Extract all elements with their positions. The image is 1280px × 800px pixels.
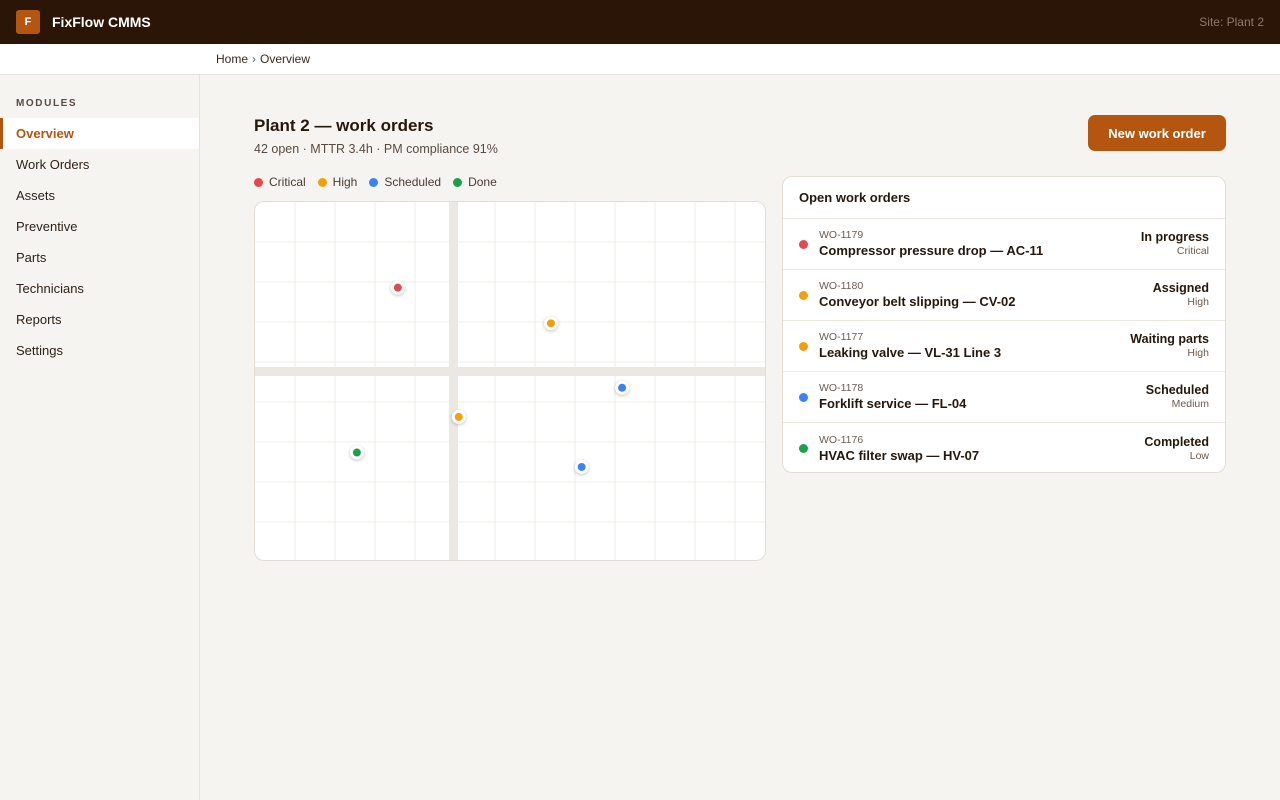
top-bar: F FixFlow CMMS Site: Plant 2 <box>0 0 1280 44</box>
work-order-info: WO-1178 Forklift service — FL-04 <box>819 382 1146 412</box>
sidebar-item-technicians[interactable]: Technicians <box>0 273 199 304</box>
work-order-row[interactable]: WO-1178 Forklift service — FL-04 Schedul… <box>783 372 1225 423</box>
work-order-marker[interactable] <box>451 409 466 424</box>
work-order-marker[interactable] <box>574 459 589 474</box>
sidebar-item-assets[interactable]: Assets <box>0 180 199 211</box>
sidebar-item-overview[interactable]: Overview <box>0 118 199 149</box>
sidebar-item-preventive[interactable]: Preventive <box>0 211 199 242</box>
work-order-status: Scheduled <box>1145 383 1209 397</box>
priority-dot-icon <box>799 290 808 300</box>
work-order-priority: Medium <box>1171 398 1209 410</box>
sidebar-item-work-orders[interactable]: Work Orders <box>0 149 199 180</box>
page-subtitle: 42 open · MTTR 3.4h · PM compliance 91% <box>254 142 498 156</box>
work-order-id: WO-1179 <box>819 229 864 241</box>
map-legend: Critical High Scheduled Done <box>254 175 509 189</box>
work-order-title: Forklift service — FL-04 <box>819 396 967 411</box>
plant-map[interactable] <box>254 201 766 561</box>
work-order-marker[interactable] <box>349 445 364 460</box>
work-order-id: WO-1180 <box>819 280 864 292</box>
priority-dot-icon <box>799 239 808 249</box>
work-order-id: WO-1176 <box>819 433 864 446</box>
legend-high-dot-icon <box>317 177 327 187</box>
work-order-meta: Assigned High <box>1153 281 1209 309</box>
work-order-meta: Scheduled Medium <box>1146 383 1209 411</box>
legend-done-label: Done <box>468 175 497 189</box>
sidebar-item-reports[interactable]: Reports <box>0 304 199 335</box>
breadcrumb-current: Overview <box>260 52 311 66</box>
work-order-row[interactable]: WO-1180 Conveyor belt slipping — CV-02 A… <box>783 270 1225 321</box>
legend-scheduled-label: Scheduled <box>384 175 442 189</box>
priority-dot-icon <box>799 341 808 351</box>
sidebar-heading: MODULES <box>16 98 78 109</box>
work-order-status: Completed <box>1144 434 1209 449</box>
page-title: Plant 2 — work orders <box>254 116 434 135</box>
legend-critical-label: Critical <box>269 175 306 189</box>
work-order-priority: Low <box>1189 449 1209 462</box>
work-order-id: WO-1177 <box>819 331 864 343</box>
legend-critical: Critical <box>254 175 306 189</box>
sidebar: MODULES Overview Work Orders Assets Prev… <box>0 75 200 800</box>
work-order-info: WO-1176 HVAC filter swap — HV-07 <box>819 434 1144 464</box>
legend-high: High <box>317 175 358 189</box>
work-order-status: Waiting parts <box>1130 332 1209 346</box>
open-work-orders-heading: Open work orders <box>783 177 1225 219</box>
work-order-title: Conveyor belt slipping — CV-02 <box>819 294 1016 309</box>
work-order-title: Leaking valve — VL-31 Line 3 <box>819 345 1002 360</box>
new-work-order-button[interactable]: New work order <box>1088 115 1226 151</box>
legend-scheduled-dot-icon <box>369 177 379 187</box>
sidebar-item-parts[interactable]: Parts <box>0 242 199 273</box>
work-order-meta: In progress Critical <box>1141 230 1209 258</box>
map-aisle-vertical <box>449 202 458 560</box>
legend-done-dot-icon <box>453 177 463 187</box>
work-order-row[interactable]: WO-1176 HVAC filter swap — HV-07 Complet… <box>783 423 1225 472</box>
app-logo[interactable]: F <box>16 10 40 34</box>
priority-dot-icon <box>799 392 808 402</box>
app-name: FixFlow CMMS <box>52 14 151 30</box>
work-order-priority: Critical <box>1176 245 1209 257</box>
work-order-info: WO-1179 Compressor pressure drop — AC-11 <box>819 229 1141 259</box>
site-selector[interactable]: Site: Plant 2 <box>1199 15 1264 29</box>
map-aisle-horizontal <box>255 367 765 376</box>
open-work-orders-panel: Open work orders WO-1179 Compressor pres… <box>782 176 1226 473</box>
work-order-row[interactable]: WO-1177 Leaking valve — VL-31 Line 3 Wai… <box>783 321 1225 372</box>
work-order-priority: High <box>1187 296 1209 308</box>
legend-scheduled: Scheduled <box>369 175 441 189</box>
work-order-row[interactable]: WO-1179 Compressor pressure drop — AC-11… <box>783 219 1225 270</box>
work-order-id: WO-1178 <box>819 382 864 394</box>
legend-high-label: High <box>332 175 358 189</box>
work-order-marker[interactable] <box>615 380 630 395</box>
work-order-title: Compressor pressure drop — AC-11 <box>819 243 1044 258</box>
breadcrumb: Home › Overview <box>0 44 1280 75</box>
work-order-meta: Completed Low <box>1144 435 1209 463</box>
work-order-title: HVAC filter swap — HV-07 <box>819 447 980 463</box>
work-order-info: WO-1177 Leaking valve — VL-31 Line 3 <box>819 331 1130 361</box>
work-order-meta: Waiting parts High <box>1130 332 1209 360</box>
work-order-info: WO-1180 Conveyor belt slipping — CV-02 <box>819 280 1153 310</box>
work-order-marker[interactable] <box>543 316 558 331</box>
work-order-marker[interactable] <box>390 280 405 295</box>
work-order-status: In progress <box>1140 230 1209 244</box>
breadcrumb-separator: › <box>252 52 257 66</box>
legend-done: Done <box>453 175 497 189</box>
priority-dot-icon <box>799 444 808 453</box>
work-order-status: Assigned <box>1152 281 1209 295</box>
plant-map-canvas[interactable] <box>255 202 766 561</box>
legend-critical-dot-icon <box>254 177 263 187</box>
sidebar-item-settings[interactable]: Settings <box>0 335 199 366</box>
breadcrumb-home[interactable]: Home <box>216 52 248 66</box>
work-order-priority: High <box>1187 347 1209 359</box>
